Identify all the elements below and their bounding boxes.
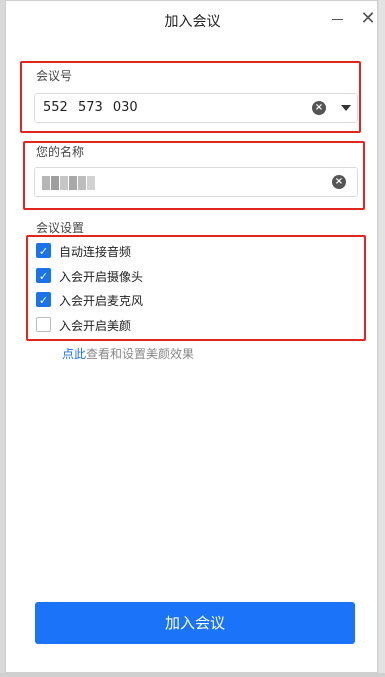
hint-text: 查看和设置美颜效果 <box>86 347 195 361</box>
highlight-settings <box>26 235 366 341</box>
settings-label: 会议设置 <box>36 221 85 235</box>
close-icon[interactable]: ✕ <box>359 8 377 30</box>
highlight-name <box>23 141 365 210</box>
dialog-title: 加入会议 <box>164 14 221 30</box>
join-meeting-dialog: 加入会议 ✕ 会议号 552 573 030 × 您的名称 × 会议设置 ✓ 自… <box>5 0 378 673</box>
minimize-icon[interactable] <box>332 19 343 20</box>
highlight-meeting-id <box>20 61 361 133</box>
beauty-hint: 点此查看和设置美颜效果 <box>62 345 194 362</box>
beauty-settings-link[interactable]: 点此 <box>62 347 86 361</box>
join-meeting-button[interactable]: 加入会议 <box>35 602 355 644</box>
window-bottom-edge <box>0 673 385 677</box>
window-edge <box>379 0 385 673</box>
